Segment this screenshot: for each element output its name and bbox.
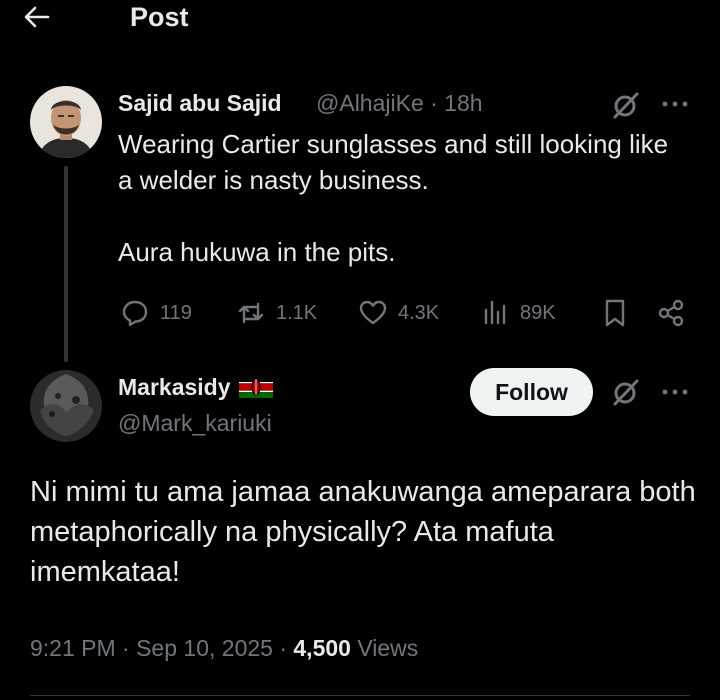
page-title: Post	[130, 2, 189, 32]
reply-button[interactable]: 119	[120, 296, 192, 330]
post-text-line: Aura hukuwa in the pits.	[118, 237, 396, 267]
views-button[interactable]: 89K	[480, 296, 556, 330]
post-text: Wearing Cartier sunglasses and still loo…	[118, 126, 678, 270]
bookmark-icon	[605, 299, 625, 327]
repost-count: 1.1K	[276, 301, 318, 324]
divider	[30, 695, 690, 696]
more-icon[interactable]	[658, 94, 692, 114]
post-meta: 9:21 PM · Sep 10, 2025 · 4,500 Views	[30, 628, 418, 668]
views-total: 4,500	[293, 635, 351, 661]
avatar[interactable]	[30, 86, 102, 158]
views-icon	[484, 300, 506, 325]
reply-author-name[interactable]: Markasidy	[118, 370, 273, 404]
like-icon	[359, 300, 387, 325]
repost-icon	[238, 302, 264, 324]
like-button[interactable]: 4.3K	[358, 296, 439, 330]
avatar[interactable]	[30, 370, 102, 442]
post-text-line: Wearing Cartier sunglasses and still loo…	[118, 129, 669, 195]
share-icon	[658, 299, 684, 327]
grok-icon[interactable]	[608, 87, 644, 123]
reply-icon	[122, 300, 148, 327]
grok-icon[interactable]	[608, 374, 644, 410]
views-label: Views	[350, 635, 419, 661]
timestamp[interactable]: 9:21 PM · Sep 10, 2025 ·	[30, 635, 293, 661]
reply-count: 119	[160, 301, 192, 324]
thread-line	[64, 166, 68, 362]
kenya-flag-icon	[238, 376, 273, 398]
back-arrow-icon[interactable]	[20, 0, 54, 34]
author-handle-time[interactable]: @AlhajiKe · 18h	[316, 86, 483, 120]
like-count: 4.3K	[398, 301, 440, 324]
reply-author-label: Markasidy	[118, 374, 231, 400]
repost-button[interactable]: 1.1K	[236, 296, 317, 330]
share-button[interactable]	[656, 296, 696, 330]
reply-author-handle[interactable]: @Mark_kariuki	[118, 406, 272, 440]
author-name[interactable]: Sajid abu Sajid	[118, 86, 282, 120]
follow-button[interactable]: Follow	[470, 368, 593, 416]
views-count: 89K	[520, 301, 556, 324]
bookmark-button[interactable]	[600, 296, 640, 330]
more-icon[interactable]	[658, 382, 692, 402]
reply-text: Ni mimi tu ama jamaa anakuwanga ameparar…	[30, 476, 696, 588]
